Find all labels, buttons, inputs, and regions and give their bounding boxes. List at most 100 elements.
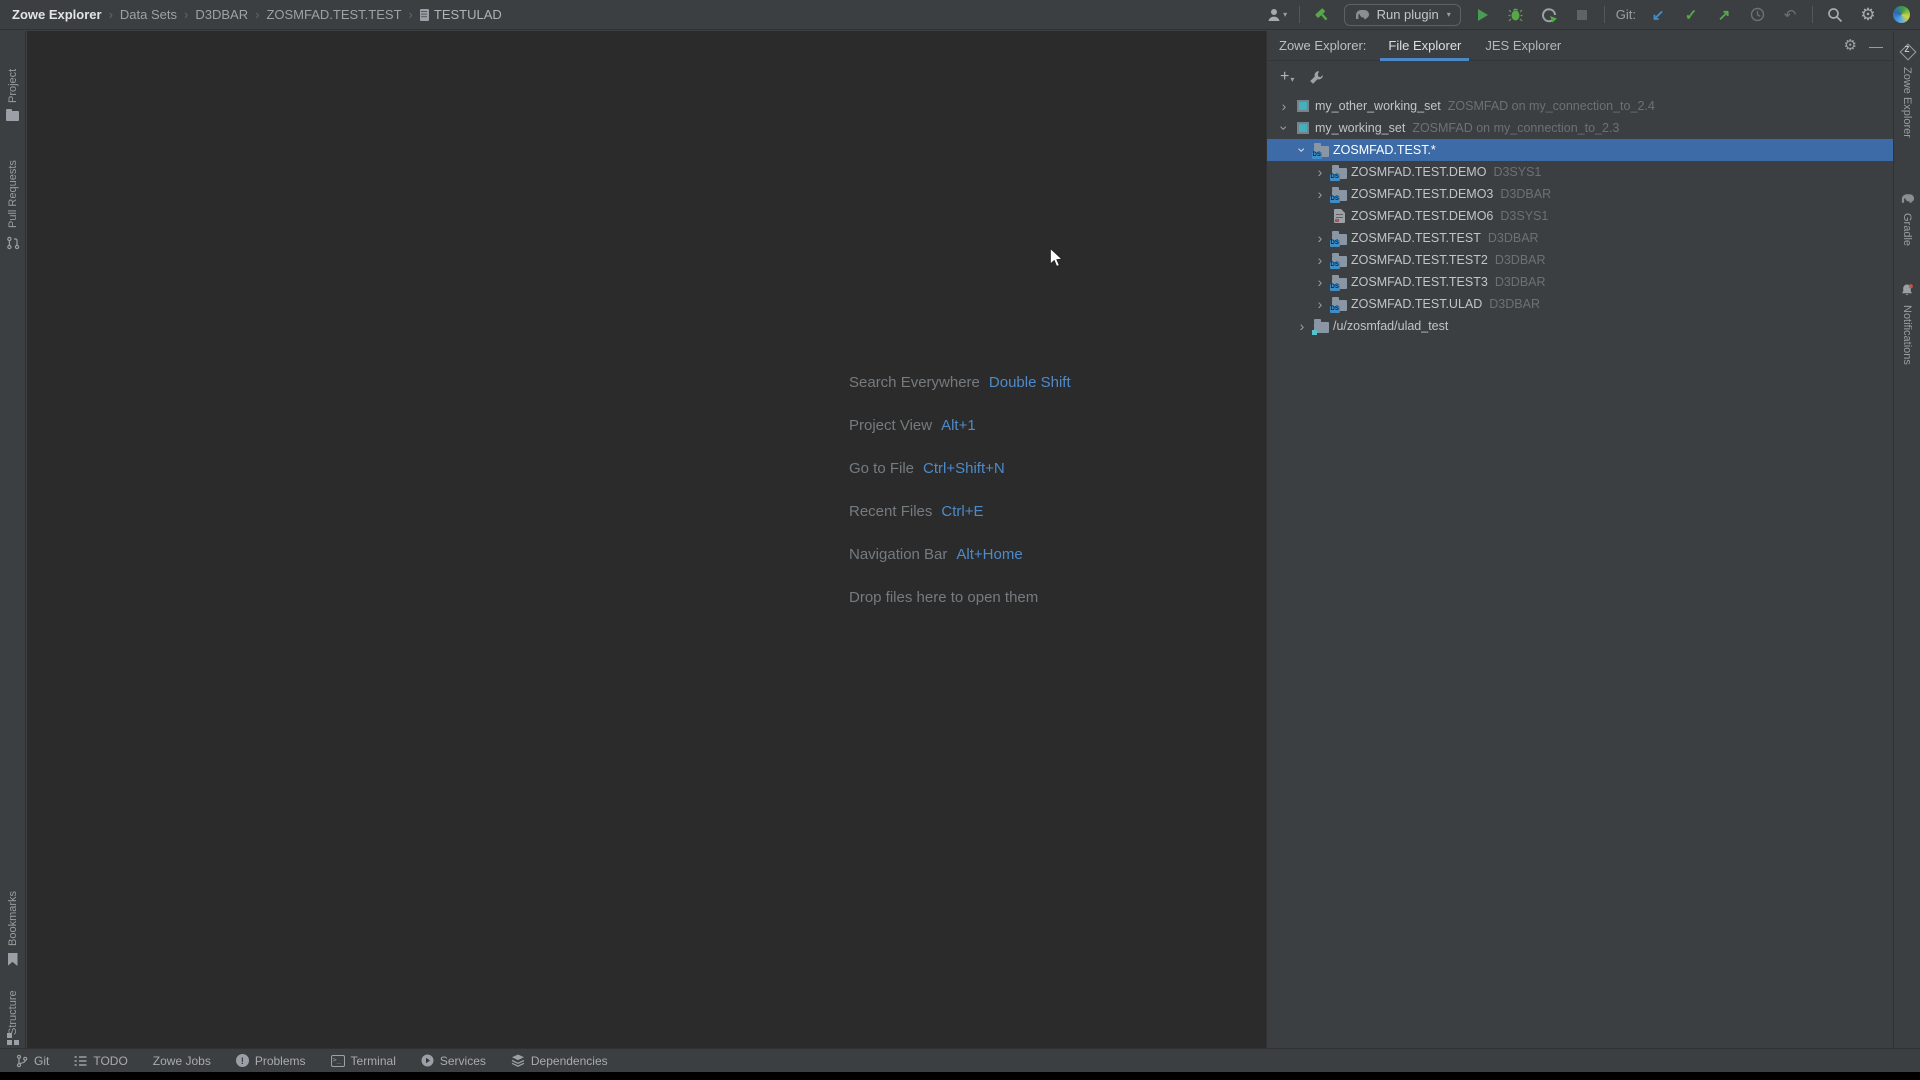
tool-window-title: Zowe Explorer: [1279,38,1366,53]
tree-item-suffix: ZOSMFAD on my_connection_to_2.3 [1412,121,1619,135]
stripe-button-structure[interactable]: Structure [0,973,25,1035]
status-bar-item-label: Git [34,1054,49,1068]
file-icon [420,9,429,21]
tree-chevron-icon[interactable]: › [1311,164,1329,180]
settings-gear-icon[interactable]: ⚙ [1857,4,1879,26]
git-push-icon[interactable]: ↗ [1713,4,1735,26]
tree-chevron-icon[interactable]: › [1311,230,1329,246]
stripe-icon-holder[interactable] [0,236,25,250]
stripe-button-notifications[interactable]: Notifications [1894,305,1920,405]
dataset-folder-icon: DS [1332,278,1347,289]
hide-tool-window-icon[interactable]: — [1869,38,1883,54]
tree-row[interactable]: › my_other_working_set ZOSMFAD on my_con… [1267,95,1893,117]
stop-icon[interactable] [1571,4,1593,26]
tree-chevron-icon[interactable]: › [1311,252,1329,268]
rollback-icon[interactable]: ↶ [1779,4,1801,26]
stripe-icon-holder[interactable] [1894,193,1920,204]
tree-item-suffix: D3DBAR [1489,297,1540,311]
tree-chevron-icon[interactable]: › [1293,318,1311,334]
tree-item-suffix: ZOSMFAD on my_connection_to_2.4 [1448,99,1655,113]
tree-row[interactable]: › /u/zosmfad/ulad_test [1267,315,1893,337]
tree-row[interactable]: › my_working_set ZOSMFAD on my_connectio… [1267,117,1893,139]
breadcrumb-item[interactable]: Zowe Explorer [12,7,102,22]
pull-request-icon [6,236,20,250]
tool-window-header: Zowe Explorer: File Explorer JES Explore… [1267,31,1893,61]
git-commit-check-icon[interactable]: ✓ [1680,4,1702,26]
breadcrumb-item[interactable]: Data Sets [120,7,177,22]
file-explorer-tree: › my_other_working_set ZOSMFAD on my_con… [1267,93,1893,337]
run-icon[interactable] [1472,4,1494,26]
profiler-icon[interactable] [1538,4,1560,26]
stripe-button-gradle[interactable]: Gradle [1894,213,1920,273]
tree-row[interactable]: › DS ZOSMFAD.TEST.DEMO D3SYS1 [1267,161,1893,183]
tool-window-toolbar: +▾ [1267,61,1893,93]
stripe-button-project[interactable]: Project [0,53,25,103]
debug-icon[interactable] [1505,4,1527,26]
tree-item-name: ZOSMFAD.TEST.TEST2 [1351,253,1488,267]
stripe-icon-holder[interactable] [1894,283,1920,297]
breadcrumb-item[interactable]: ZOSMFAD.TEST.TEST [266,7,401,22]
title-toolbar: Zowe Explorer›Data Sets›D3DBAR›ZOSMFAD.T… [0,0,1920,30]
tree-row[interactable]: › DS ZOSMFAD.TEST.* [1267,139,1893,161]
shortcut-action-label: Project View [849,417,932,434]
add-working-set-button[interactable]: +▾ [1280,70,1294,84]
breadcrumb-item[interactable]: TESTULAD [420,7,502,22]
tree-chevron-icon[interactable] [1311,208,1329,224]
stripe-icon-holder[interactable] [0,111,25,121]
ide-colorful-ball-icon[interactable] [1890,4,1912,26]
git-update-icon[interactable]: ↙ [1647,4,1669,26]
tree-row[interactable]: › DS ZOSMFAD.TEST.TEST2 D3DBAR [1267,249,1893,271]
shortcut-action-label: Navigation Bar [849,546,947,563]
dataset-file-icon [1334,209,1345,223]
status-bar-item-problems[interactable]: !Problems [236,1054,306,1068]
zowe-logo-icon: Z [1899,43,1915,59]
breadcrumb-item-label: ZOSMFAD.TEST.TEST [266,7,401,22]
wrench-settings-icon[interactable] [1309,70,1324,85]
tree-chevron-icon[interactable]: › [1311,274,1329,290]
tree-item-suffix: D3SYS1 [1500,209,1548,223]
tool-window-options-gear-icon[interactable]: ⚙ [1844,38,1857,53]
stripe-icon-holder[interactable] [0,1033,25,1045]
stripe-icon-holder[interactable] [0,953,25,966]
tree-chevron-icon[interactable]: › [1275,98,1293,114]
stripe-button-zowe-explorer[interactable]: Zowe Explorer [1894,67,1920,187]
left-tool-stripe: Project Pull Requests Bookmarks Structure [0,31,26,1048]
tree-row[interactable]: › DS ZOSMFAD.TEST.TEST D3DBAR [1267,227,1893,249]
stripe-button-bookmarks[interactable]: Bookmarks [0,876,25,946]
tree-row[interactable]: › DS ZOSMFAD.TEST.ULAD D3DBAR [1267,293,1893,315]
tree-item-icon [1293,100,1313,112]
dataset-folder-icon: DS [1332,256,1347,267]
user-account-icon[interactable]: ▾ [1266,4,1288,26]
tab-file-explorer[interactable]: File Explorer [1380,31,1469,61]
status-bar-item-todo[interactable]: TODO [74,1054,127,1068]
tree-row[interactable]: › DS ZOSMFAD.TEST.DEMO3 D3DBAR [1267,183,1893,205]
run-configuration-select[interactable]: Run plugin ▾ [1344,4,1461,26]
tree-chevron-icon[interactable]: › [1311,296,1329,312]
status-bar-item-services[interactable]: Services [421,1054,486,1068]
stripe-button-pull-requests[interactable]: Pull Requests [0,136,25,228]
tree-chevron-icon[interactable]: › [1275,120,1293,136]
search-icon[interactable] [1824,4,1846,26]
shortcut-action-label: Go to File [849,460,914,477]
tree-chevron-icon[interactable]: › [1293,142,1311,158]
status-bar-item-terminal[interactable]: >_Terminal [331,1054,396,1068]
tree-row[interactable]: › DS ZOSMFAD.TEST.TEST3 D3DBAR [1267,271,1893,293]
breadcrumb: Zowe Explorer›Data Sets›D3DBAR›ZOSMFAD.T… [12,7,502,22]
tree-item-icon: DS [1329,188,1349,201]
dependencies-icon [511,1054,525,1067]
tree-row[interactable]: ZOSMFAD.TEST.DEMO6 D3SYS1 [1267,205,1893,227]
history-clock-icon[interactable] [1746,4,1768,26]
uss-folder-icon [1314,322,1329,333]
status-bar-item-dependencies[interactable]: Dependencies [511,1054,608,1068]
tab-jes-explorer[interactable]: JES Explorer [1477,31,1569,61]
tree-chevron-icon[interactable]: › [1311,186,1329,202]
status-bar-item-git[interactable]: Git [16,1054,49,1068]
breadcrumb-item-label: TESTULAD [434,7,502,22]
breadcrumb-item[interactable]: D3DBAR [195,7,248,22]
stripe-icon-holder[interactable]: Z [1894,43,1920,59]
breadcrumb-separator-icon: › [255,7,259,22]
status-bar-item-zowe-jobs[interactable]: Zowe Jobs [153,1054,211,1068]
tree-item-name: ZOSMFAD.TEST.* [1333,143,1436,157]
build-hammer-icon[interactable] [1311,4,1333,26]
tree-item-name: my_working_set [1315,121,1405,135]
